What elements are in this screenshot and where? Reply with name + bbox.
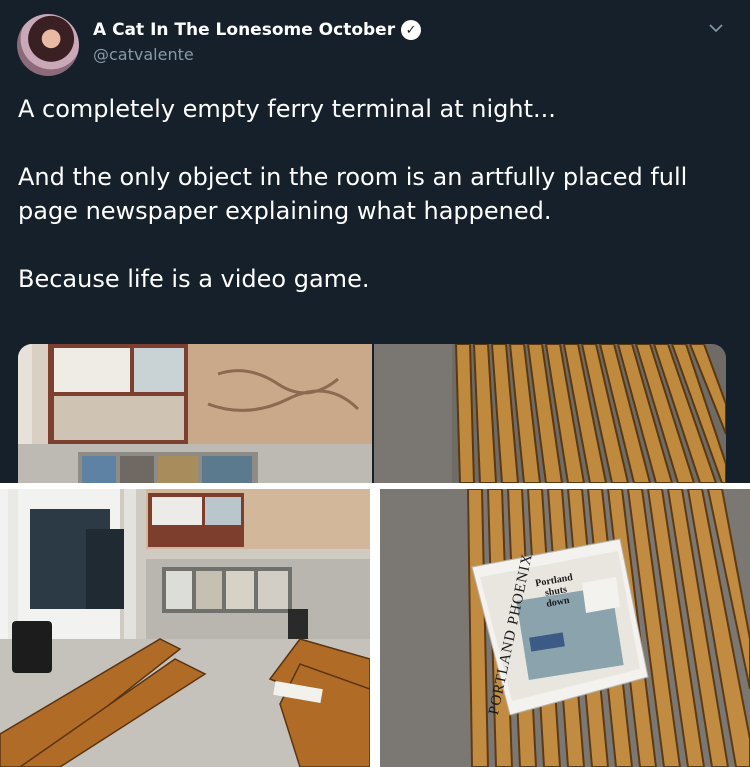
tweet-text: A completely empty ferry terminal at nig… [18,92,733,296]
verified-badge-icon: ✓ [401,20,422,40]
author-name-row: A Cat In The Lonesome October ✓ [93,20,422,40]
tweet-card: A Cat In The Lonesome October ✓ @catvale… [0,0,750,483]
tweet-paragraph: And the only object in the room is an ar… [18,163,688,225]
tweet-paragraph: A completely empty ferry terminal at nig… [18,95,556,123]
author-display-name[interactable]: A Cat In The Lonesome October [93,20,395,40]
photo-newspaper-on-bench[interactable]: PORTLAND PHOENIX Portland shuts down [380,489,750,767]
tweet-photo-bench[interactable] [374,344,726,483]
avatar[interactable] [17,14,79,76]
chevron-down-icon[interactable] [706,18,726,38]
tweet-paragraph: Because life is a video game. [18,265,370,293]
author-handle[interactable]: @catvalente [93,45,194,64]
tweet-photo-terminal-wall[interactable] [18,344,372,483]
photo-terminal-interior[interactable] [0,489,370,767]
